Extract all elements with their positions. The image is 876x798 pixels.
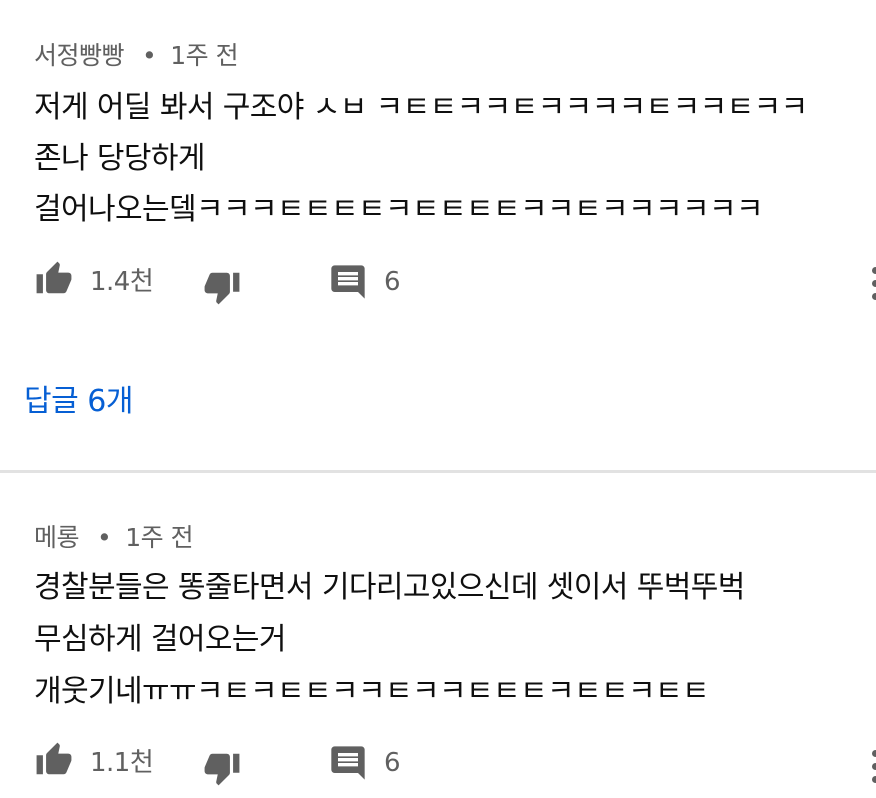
comment-time: 1주 전 xyxy=(125,523,194,552)
comment-text-line: 무심하게 걸어오는거 xyxy=(34,622,287,657)
comment-author[interactable]: 메롱 xyxy=(34,523,80,552)
thumbs-down-icon xyxy=(204,753,240,786)
thumbs-up-icon xyxy=(36,742,72,775)
like-count: 1.1천 xyxy=(90,747,154,778)
comment-text-line: 저게 어딜 봐서 구조야 ㅅㅂ ㅋㅌㅌㅋㅋㅌㅋㅋㅋㅋㅌㅋㅋㅌㅋㅋ xyxy=(34,90,808,125)
reply-count: 6 xyxy=(384,748,401,778)
comment-text-line: 걸어나오는뎈ㅋㅋㅋㅌㅌㅌㅌㅋㅌㅌㅌㅌㅋㅋㅌㅋㅋㅋㅋㅋㅋ xyxy=(34,192,764,227)
thumbs-down-icon xyxy=(204,272,240,305)
meta-separator: • xyxy=(142,41,157,70)
like-button[interactable]: 1.4천 xyxy=(34,260,154,298)
reply-button[interactable]: 6 xyxy=(328,262,401,302)
comment-meta: 메롱 • 1주 전 xyxy=(34,518,194,554)
thumbs-up-icon xyxy=(36,261,72,294)
comment-text-line: 개웃기네ㅠㅠㅋㅌㅋㅌㅌㅋㅋㅌㅋㅋㅌㅌㅌㅋㅌㅌㅋㅌㅌ xyxy=(34,674,710,709)
comment-divider xyxy=(0,470,876,473)
dislike-button[interactable] xyxy=(202,749,242,787)
comment-meta: 서정빵빵 • 1주 전 xyxy=(34,36,239,72)
like-button[interactable]: 1.1천 xyxy=(34,741,154,779)
comment-icon xyxy=(331,746,365,780)
comment-thread: 서정빵빵 • 1주 전 저게 어딜 봐서 구조야 ㅅㅂ ㅋㅌㅌㅋㅋㅌㅋㅋㅋㅋㅌㅋㅋㅌ… xyxy=(0,0,876,472)
comment-icon xyxy=(331,265,365,299)
view-replies-button[interactable]: 답글 6개 xyxy=(24,376,133,420)
comment-text-line: 경찰분들은 똥줄타면서 기다리고있으신데 셋이서 뚜벅뚜벅 xyxy=(34,570,745,605)
like-count: 1.4천 xyxy=(90,266,154,297)
meta-separator: • xyxy=(97,523,112,552)
reply-count: 6 xyxy=(384,267,401,297)
comment-time: 1주 전 xyxy=(170,41,239,70)
comment-thread: 메롱 • 1주 전 경찰분들은 똥줄타면서 기다리고있으신데 셋이서 뚜벅뚜벅 무심… xyxy=(0,474,876,798)
comment-author[interactable]: 서정빵빵 xyxy=(34,41,125,70)
more-vert-icon[interactable] xyxy=(872,267,876,306)
comment-text-line: 존나 당당하게 xyxy=(34,141,206,176)
reply-button[interactable]: 6 xyxy=(328,743,401,783)
dislike-button[interactable] xyxy=(202,268,242,306)
more-vert-icon[interactable] xyxy=(872,750,876,789)
